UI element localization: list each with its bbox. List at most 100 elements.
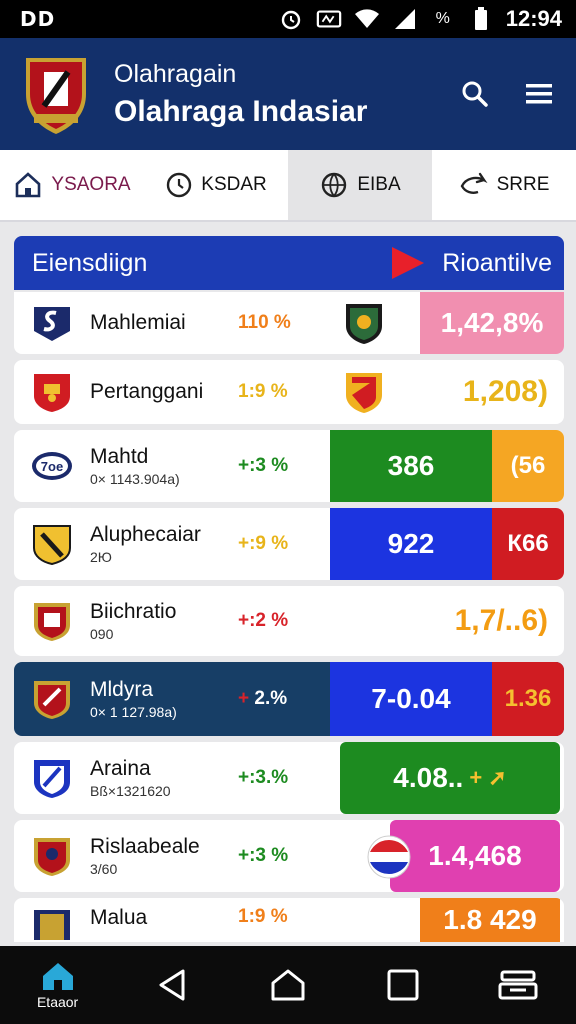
app-bar: Olahragain Olahraga Indasiar — [0, 38, 576, 150]
value-badge: 1,208) — [462, 375, 548, 408]
home-outline-icon — [271, 969, 305, 1001]
change-value: + 2.% — [238, 688, 288, 709]
team-name: Mahtd — [90, 445, 149, 468]
value-badge: 1,42,8% — [420, 292, 564, 354]
change-value: +:3.% — [238, 767, 289, 788]
team-logo-icon — [34, 760, 70, 798]
change-value: 110 % — [238, 312, 291, 333]
nav-home-button[interactable]: Etaaor — [23, 950, 93, 1020]
tab-home[interactable]: YSAORA — [0, 150, 144, 220]
alarm-icon — [278, 7, 304, 31]
change-value: +:9 % — [238, 533, 289, 554]
change-value: +:2 % — [238, 610, 289, 631]
shield-crest-icon — [346, 304, 382, 344]
tab-share-label: SRRE — [496, 174, 550, 195]
tab-share[interactable]: SRRE — [432, 150, 576, 220]
club-crest-logo — [26, 58, 86, 134]
change-value-text: 2.% — [254, 688, 288, 709]
team-logo-icon — [34, 603, 70, 641]
standings-list: Eiensdiign Rioantilve Mahlemiai 110 % 1,… — [14, 236, 564, 942]
list-header: Eiensdiign Rioantilve — [14, 236, 564, 290]
team-name: Araina — [90, 757, 151, 780]
search-button[interactable] — [448, 67, 502, 121]
team-name: Mahlemiai — [90, 311, 186, 334]
tab-home-label: YSAORA — [51, 174, 131, 195]
battery-percent: % — [435, 10, 450, 27]
value-badge: 7-0.04 — [330, 662, 492, 736]
change-value: 1:9 % — [238, 381, 288, 402]
cast-icon — [316, 7, 342, 31]
list-item[interactable]: Malua 1:9 % 1.8 429 — [14, 898, 564, 942]
list-item[interactable]: Rislaabeale 3/60 +:3 % 1.4,468 — [14, 820, 564, 892]
recents-button[interactable] — [368, 950, 438, 1020]
status-icons: % 12:94 — [278, 6, 562, 32]
tab-ball-label: EIBA — [357, 174, 401, 195]
share-icon — [460, 172, 488, 194]
trend-arrow-icon: + ➚ — [469, 765, 507, 790]
navigation-bar: Etaaor — [0, 946, 576, 1024]
change-value: +:3 % — [238, 455, 289, 476]
list-item[interactable]: Biichratio 090 +:2 % 1,7/..6) — [14, 586, 564, 656]
value-text: 4.08.. — [393, 762, 464, 793]
square-icon — [387, 969, 419, 1001]
list-item-selected[interactable]: Mldyra 0× 1 127.98a) + 2.% 7-0.04 1.36 — [14, 662, 564, 736]
tray-icon — [498, 970, 538, 1000]
team-name: Mldyra — [90, 678, 154, 701]
hamburger-menu-icon — [526, 84, 552, 104]
value-badge: 922 — [330, 508, 492, 580]
app-subtitle: Olahragain — [114, 59, 237, 88]
battery-icon — [468, 7, 494, 31]
team-logo-icon — [34, 910, 70, 940]
side-badge: (56 — [492, 430, 564, 502]
team-logo-icon — [34, 307, 70, 341]
category-tabs: YSAORA KSDAR EIBA SRRE — [0, 150, 576, 222]
tab-schedule-label: KSDAR — [201, 174, 267, 195]
status-left-text: DD — [20, 7, 56, 31]
value-badge: 386 — [330, 430, 492, 502]
menu-tray-button[interactable] — [483, 950, 553, 1020]
team-name: Malua — [90, 906, 148, 929]
list-item[interactable]: Aluphecaiar 2Ю +:9 % 922 К66 — [14, 508, 564, 580]
list-item[interactable]: Mahlemiai 110 % 1,42,8% — [14, 292, 564, 354]
signal-icon — [392, 7, 418, 31]
side-badge: К66 — [492, 508, 564, 580]
team-logo-icon — [34, 838, 70, 876]
home-icon — [42, 963, 73, 990]
team-name: Biichratio — [90, 600, 177, 623]
team-logo-icon: 7oe — [32, 452, 72, 480]
clock-icon — [167, 172, 192, 198]
change-value: +:3 % — [238, 845, 289, 866]
ball-icon — [322, 172, 347, 198]
wifi-icon — [354, 7, 380, 31]
team-subtext: 2Ю — [90, 549, 112, 565]
value-badge: 4.08.. + ➚ — [340, 742, 560, 814]
side-badge: 1.36 — [492, 662, 564, 736]
list-item[interactable]: Araina Bß×1321620 +:3.% 4.08.. + ➚ — [14, 742, 564, 814]
list-item[interactable]: Pertanggani 1:9 % 1,208) — [14, 360, 564, 424]
shield-crest-icon — [346, 373, 382, 413]
team-subtext: Bß×1321620 — [90, 783, 171, 799]
status-bar: DD % 12:94 — [0, 0, 576, 38]
nav-home-label: Etaaor — [36, 994, 79, 1010]
team-subtext: 0× 1143.904a) — [90, 471, 180, 487]
home-icon — [16, 172, 41, 198]
app-title: Olahraga Indasiar — [114, 94, 368, 128]
play-icon[interactable] — [386, 243, 428, 283]
team-name: Pertanggani — [90, 380, 204, 403]
search-icon — [462, 81, 488, 107]
menu-button[interactable] — [512, 67, 566, 121]
team-subtext: 0× 1 127.98a) — [90, 704, 177, 720]
team-logo-icon — [34, 374, 70, 412]
value-badge: 1,7/..6) — [454, 604, 548, 637]
home-button[interactable] — [253, 950, 323, 1020]
list-header-left: Eiensdiign — [32, 248, 148, 277]
tab-ball[interactable]: EIBA — [288, 150, 432, 220]
team-name: Aluphecaiar — [90, 523, 201, 546]
list-item[interactable]: 7oe Mahtd 0× 1143.904a) +:3 % 386 (56 — [14, 430, 564, 502]
team-subtext: 3/60 — [90, 861, 118, 877]
value-badge: 1.8 429 — [420, 898, 560, 942]
back-button[interactable] — [138, 950, 208, 1020]
back-triangle-icon — [159, 969, 185, 1001]
team-logo-icon — [33, 525, 71, 566]
tab-schedule[interactable]: KSDAR — [144, 150, 288, 220]
